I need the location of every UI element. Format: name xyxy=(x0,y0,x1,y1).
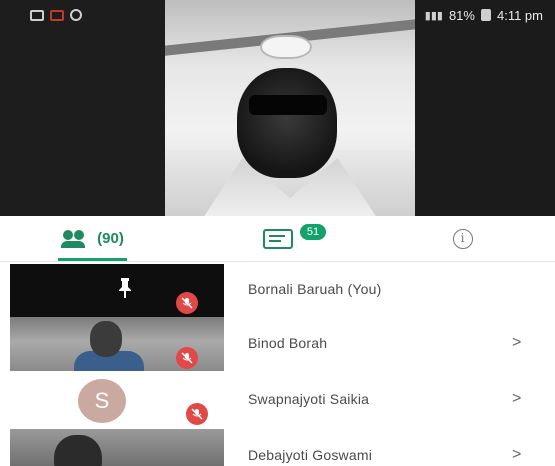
avatar: S xyxy=(78,379,126,423)
participant-thumbnail: S xyxy=(10,373,224,427)
video-letterbox-right xyxy=(415,0,555,216)
chevron-right-icon[interactable]: > xyxy=(512,371,521,427)
chat-unread-badge: 51 xyxy=(300,224,326,240)
participant-thumbnail xyxy=(10,264,224,318)
participant-row[interactable]: Debajyoti Goswami > xyxy=(0,427,555,466)
people-icon xyxy=(61,229,89,248)
video-background-clock xyxy=(260,35,312,59)
participant-name: Swapnajyoti Saikia xyxy=(248,391,370,407)
participant-thumbnail xyxy=(10,317,224,371)
status-bar: ▮▮▮ 81% 4:11 pm xyxy=(0,0,555,30)
tab-chat[interactable] xyxy=(185,216,370,261)
pin-icon xyxy=(119,278,131,298)
active-speaker-video[interactable]: ▮▮▮ 81% 4:11 pm xyxy=(0,0,555,216)
participant-row[interactable]: Bornali Baruah (You) xyxy=(0,262,555,318)
mic-off-icon xyxy=(176,347,198,369)
participant-name: Binod Borah xyxy=(248,335,328,351)
participant-name: Debajyoti Goswami xyxy=(248,447,372,463)
whatsapp-notification-icon xyxy=(70,9,82,21)
speaker-head xyxy=(237,68,337,178)
participant-name: Bornali Baruah (You) xyxy=(248,280,382,297)
signal-icon: ▮▮▮ xyxy=(424,8,443,22)
participant-row[interactable]: S Swapnajyoti Saikia > xyxy=(0,371,555,427)
participant-count: (90) xyxy=(97,230,124,247)
battery-percent: 81% xyxy=(448,7,475,23)
speaker-video-frame xyxy=(165,0,415,216)
info-icon: i xyxy=(452,228,473,249)
participant-list: Bornali Baruah (You) Binod Borah > S Swa… xyxy=(0,262,555,466)
video-letterbox-left xyxy=(0,0,165,216)
meeting-tabs: (90) 51 i xyxy=(0,216,555,262)
status-bar-right: ▮▮▮ 81% 4:11 pm xyxy=(425,8,543,23)
status-bar-left xyxy=(30,9,82,21)
clock-time: 4:11 pm xyxy=(496,7,543,23)
tab-info[interactable]: i xyxy=(370,216,555,261)
chat-icon xyxy=(262,228,293,249)
mic-off-icon xyxy=(176,292,198,314)
battery-icon xyxy=(480,9,491,21)
app-notification-icon xyxy=(50,9,64,21)
gallery-notification-icon xyxy=(30,9,44,21)
speaker-glasses xyxy=(249,95,327,115)
mic-off-icon xyxy=(186,403,208,425)
tab-participants[interactable]: (90) xyxy=(0,216,185,261)
chevron-right-icon[interactable]: > xyxy=(512,315,521,371)
participant-row[interactable]: Binod Borah > xyxy=(0,315,555,371)
participant-thumbnail xyxy=(10,429,224,466)
chevron-right-icon[interactable]: > xyxy=(512,427,521,466)
